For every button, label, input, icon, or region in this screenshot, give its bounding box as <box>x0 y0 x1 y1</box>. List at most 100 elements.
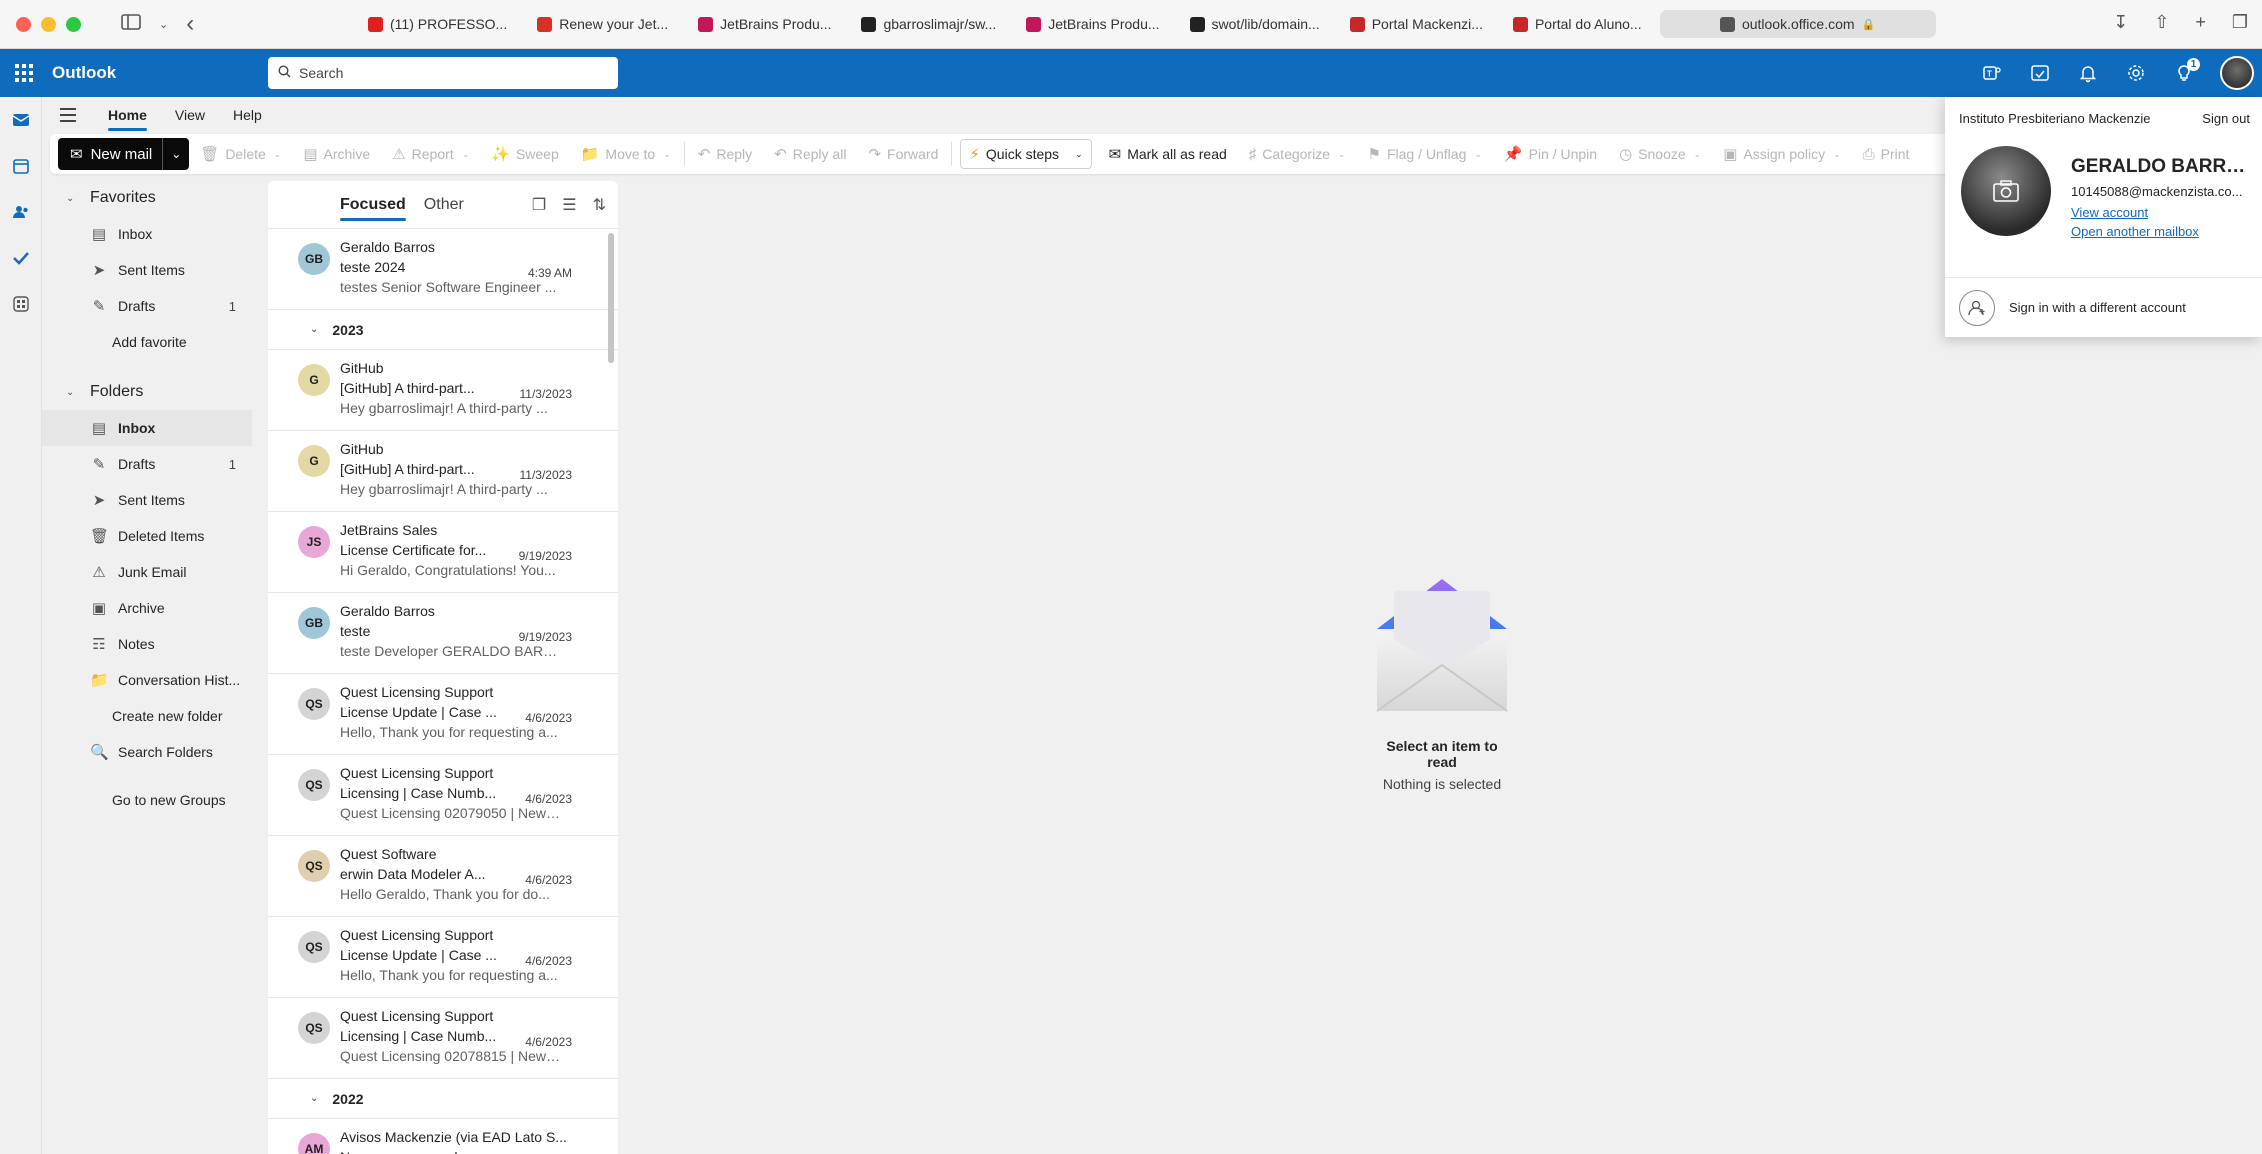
teams-icon[interactable]: T <box>1980 61 2004 85</box>
snooze-button[interactable]: ◷ Snooze ⌄ <box>1608 138 1712 170</box>
folder-item[interactable]: ➤ Sent Items <box>42 482 252 518</box>
account-avatar[interactable] <box>2220 56 2254 90</box>
archive-button[interactable]: ▤ Archive <box>292 138 381 170</box>
view-account-link[interactable]: View account <box>2071 205 2251 220</box>
sign-out-link[interactable]: Sign out <box>2202 111 2250 126</box>
message-item[interactable]: AM Avisos Mackenzie (via EAD Lato S... Nov… <box>268 1119 618 1154</box>
tips-icon[interactable]: 1 <box>2172 58 2200 85</box>
download-icon[interactable]: ↧ <box>2113 12 2128 33</box>
back-icon[interactable]: ‹ <box>186 10 194 38</box>
apps-icon[interactable] <box>0 281 42 327</box>
hamburger-menu-icon[interactable] <box>42 108 94 122</box>
search-folders-item[interactable]: 🔍 Search Folders <box>42 734 252 770</box>
close-window-button[interactable] <box>16 16 31 32</box>
mail-app-icon[interactable] <box>0 97 42 143</box>
message-item[interactable]: JS JetBrains Sales License Certificate for… <box>268 512 618 593</box>
mark-all-read-button[interactable]: ✉ Mark all as read <box>1098 138 1238 170</box>
tab-other[interactable]: Other <box>424 181 464 229</box>
share-icon[interactable]: ⇧ <box>2154 12 2169 33</box>
browser-tab[interactable]: Portal Mackenzi... <box>1338 10 1495 38</box>
message-item[interactable]: GB Geraldo Barros teste 9/19/2023 teste Deve… <box>268 593 618 674</box>
minimize-window-button[interactable] <box>41 16 56 32</box>
bell-icon[interactable] <box>2076 61 2100 85</box>
tab-home[interactable]: Home <box>94 97 161 133</box>
add-favorite-link[interactable]: Add favorite <box>42 324 252 360</box>
account-email: 10145088@mackenzista.co... <box>2071 184 2243 199</box>
browser-tab[interactable]: JetBrains Produ... <box>1014 10 1171 38</box>
calendar-app-icon[interactable] <box>0 143 42 189</box>
message-item[interactable]: GB Geraldo Barros teste 2024 4:39 AM testes … <box>268 229 618 310</box>
forward-button[interactable]: ↷ Forward <box>857 138 949 170</box>
select-mode-icon[interactable]: ❐ <box>532 195 546 215</box>
message-item[interactable]: QS Quest Licensing Support License Update … <box>268 917 618 998</box>
reply-all-button[interactable]: ↶ Reply all <box>763 138 857 170</box>
my-day-icon[interactable] <box>2028 61 2052 85</box>
tab-focused[interactable]: Focused <box>340 181 406 229</box>
people-app-icon[interactable] <box>0 189 42 235</box>
group-header[interactable]: ⌄ 2022 <box>268 1079 618 1119</box>
folder-item[interactable]: 📁 Conversation Hist... <box>42 662 252 698</box>
folders-header[interactable]: ⌄ Folders <box>42 374 252 410</box>
reply-button[interactable]: ↶ Reply <box>687 138 763 170</box>
browser-tab[interactable]: gbarroslimajr/sw... <box>849 10 1008 38</box>
sign-in-other-button[interactable]: Sign in with a different account <box>1945 277 2262 337</box>
browser-tab[interactable]: (11) PROFESSO... <box>356 10 519 38</box>
sidebar-toggle-icon[interactable] <box>121 13 141 36</box>
report-button[interactable]: ⚠ Report ⌄ <box>381 138 480 170</box>
favorites-header[interactable]: ⌄ Favorites <box>42 180 252 216</box>
search-input[interactable]: Search <box>268 57 618 89</box>
browser-tab[interactable]: JetBrains Produ... <box>686 10 843 38</box>
go-to-groups-link[interactable]: Go to new Groups <box>42 782 252 818</box>
folder-item[interactable]: ▤ Inbox <box>42 410 252 446</box>
delete-button[interactable]: 🗑 Delete ⌄ <box>189 138 292 170</box>
message-list-scrollbar[interactable] <box>608 233 614 363</box>
create-new-folder-link[interactable]: Create new folder <box>42 698 252 734</box>
chevron-down-icon[interactable]: ⌄ <box>159 18 168 31</box>
folder-item[interactable]: ⚠ Junk Email <box>42 554 252 590</box>
tab-help[interactable]: Help <box>219 97 276 133</box>
folder-item[interactable]: ▣ Archive <box>42 590 252 626</box>
message-item[interactable]: QS Quest Licensing Support Licensing | Cas… <box>268 755 618 836</box>
filter-icon[interactable]: ☰ <box>562 195 576 215</box>
flag-button[interactable]: ⚑ Flag / Unflag ⌄ <box>1357 138 1493 170</box>
browser-tab-active[interactable]: outlook.office.com 🔒 <box>1659 10 1936 38</box>
app-launcher-icon[interactable] <box>0 64 48 82</box>
sweep-button[interactable]: ✨ Sweep <box>480 138 570 170</box>
browser-tab[interactable]: Portal do Aluno... <box>1501 10 1654 38</box>
pin-button[interactable]: 📌 Pin / Unpin <box>1493 138 1608 170</box>
tab-view[interactable]: View <box>161 97 219 133</box>
zoom-window-button[interactable] <box>66 16 81 32</box>
message-item[interactable]: G GitHub [GitHub] A third-part... 11/3/2023… <box>268 350 618 431</box>
folder-item[interactable]: ▤ Inbox <box>42 216 252 252</box>
browser-tab[interactable]: Renew your Jet... <box>525 10 680 38</box>
tab-overview-icon[interactable]: ❐ <box>2232 12 2248 33</box>
folder-item[interactable]: ☶ Notes <box>42 626 252 662</box>
message-subject: [GitHub] A third-part... <box>340 461 475 477</box>
quick-steps-button[interactable]: ⚡ Quick steps ⌄ <box>960 139 1092 169</box>
new-tab-icon[interactable]: + <box>2195 12 2206 33</box>
print-button[interactable]: ⎙ Print <box>1852 138 1921 170</box>
categorize-button[interactable]: ♯ Categorize ⌄ <box>1238 138 1357 170</box>
todo-app-icon[interactable] <box>0 235 42 281</box>
folder-item[interactable]: 🗑 Deleted Items <box>42 518 252 554</box>
new-mail-button[interactable]: ✉ New mail ⌄ <box>58 138 190 170</box>
group-header[interactable]: ⌄ 2023 <box>268 310 618 350</box>
sort-icon[interactable]: ⇅ <box>593 195 606 215</box>
folder-item[interactable]: ➤ Sent Items <box>42 252 252 288</box>
svg-text:T: T <box>1987 70 1992 79</box>
message-item[interactable]: QS Quest Licensing Support License Update … <box>268 674 618 755</box>
gear-icon[interactable] <box>2124 61 2148 85</box>
folder-item[interactable]: ✎ Drafts 1 <box>42 288 252 324</box>
new-mail-dropdown[interactable]: ⌄ <box>163 147 189 161</box>
open-another-mailbox-link[interactable]: Open another mailbox <box>2071 224 2251 239</box>
message-item[interactable]: QS Quest Software erwin Data Modeler A... 4… <box>268 836 618 917</box>
favicon-icon <box>1026 16 1042 32</box>
folder-item[interactable]: ✎ Drafts 1 <box>42 446 252 482</box>
message-item[interactable]: G GitHub [GitHub] A third-part... 11/3/2023… <box>268 431 618 512</box>
message-subject: Licensing | Case Numb... <box>340 785 497 801</box>
assign-policy-button[interactable]: ▣ Assign policy ⌄ <box>1712 138 1851 170</box>
move-to-button[interactable]: 📁 Move to ⌄ <box>570 138 682 170</box>
profile-photo[interactable] <box>1961 146 2051 236</box>
browser-tab[interactable]: swot/lib/domain... <box>1178 10 1332 38</box>
message-item[interactable]: QS Quest Licensing Support Licensing | Cas… <box>268 998 618 1079</box>
